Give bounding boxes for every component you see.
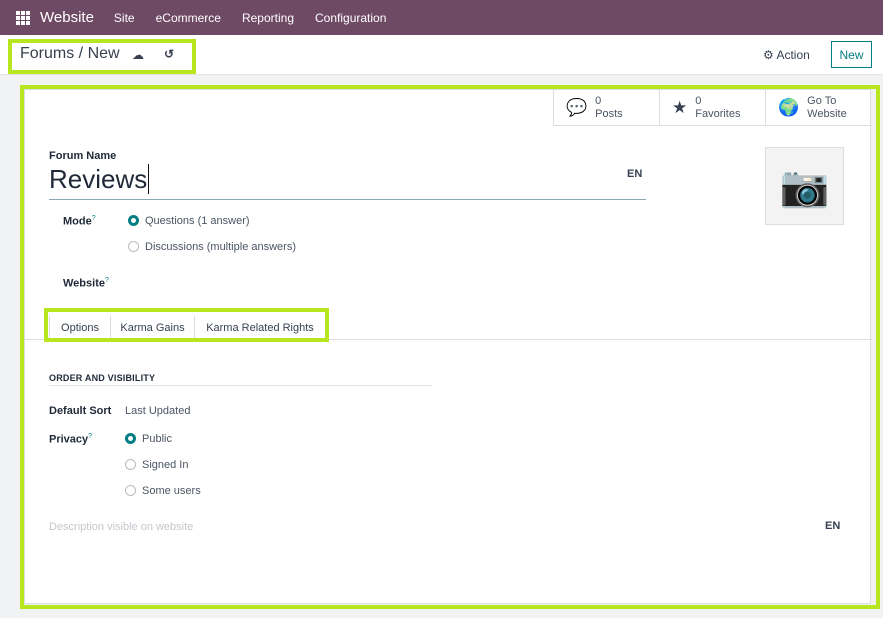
top-navbar: Website Site eCommerce Reporting Configu… — [0, 0, 883, 35]
menu-reporting[interactable]: Reporting — [242, 11, 294, 25]
highlight-tabs — [44, 308, 329, 342]
menu-site[interactable]: Site — [114, 11, 135, 25]
action-label: Action — [776, 48, 810, 62]
app-brand[interactable]: Website — [40, 9, 94, 26]
menu-ecommerce[interactable]: eCommerce — [156, 11, 221, 25]
gear-icon: ⚙ — [763, 48, 774, 62]
highlight-form — [20, 85, 880, 609]
new-button[interactable]: New — [831, 41, 872, 68]
menu-configuration[interactable]: Configuration — [315, 11, 386, 25]
action-button[interactable]: ⚙ Action — [763, 48, 810, 62]
apps-grid-icon[interactable] — [16, 10, 30, 25]
highlight-breadcrumb — [8, 39, 196, 74]
